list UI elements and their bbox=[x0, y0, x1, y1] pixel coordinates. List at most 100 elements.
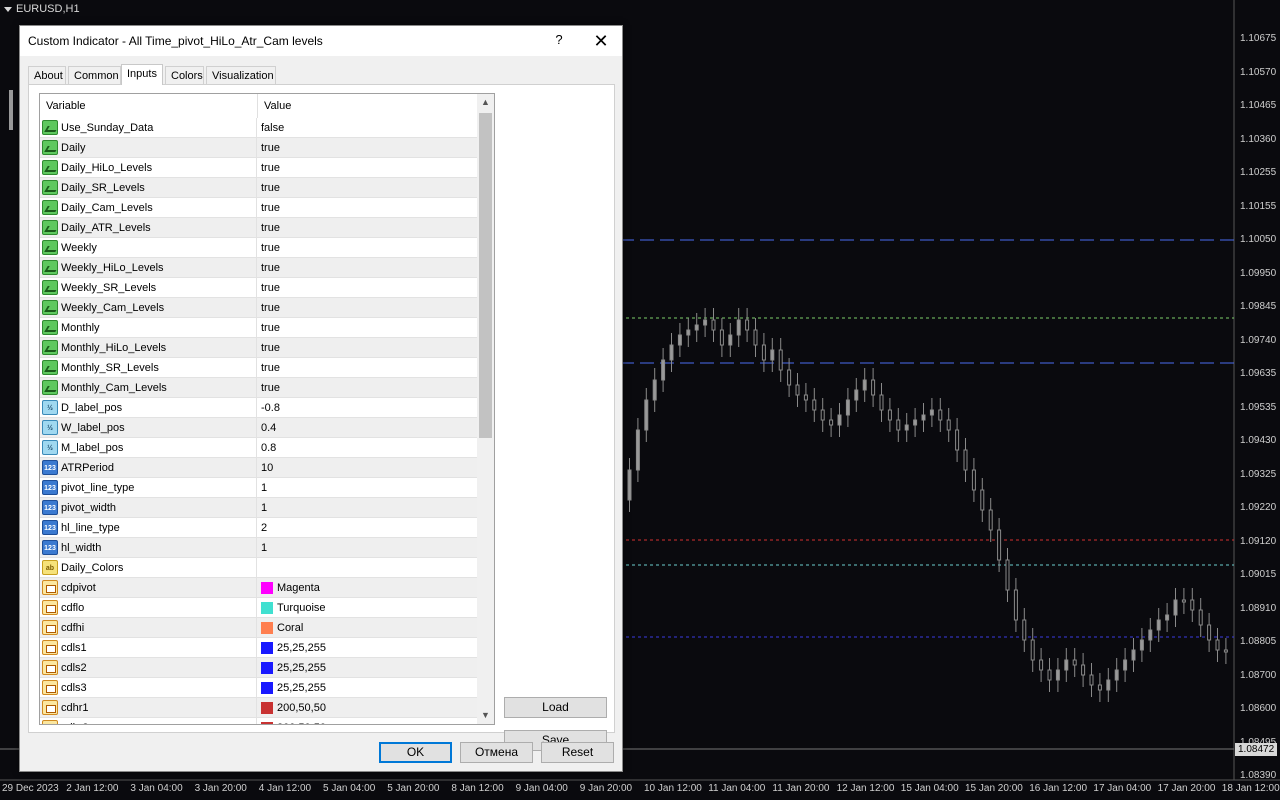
price-tick: 1.08390 bbox=[1240, 770, 1277, 781]
table-row[interactable]: ½ M_label_pos 0.8 bbox=[40, 438, 477, 458]
table-row[interactable]: Use_Sunday_Data false bbox=[40, 118, 477, 138]
variable-value[interactable]: -0.8 bbox=[261, 402, 280, 414]
variable-name: M_label_pos bbox=[61, 442, 124, 454]
tab-common[interactable]: Common bbox=[68, 66, 121, 84]
variable-value[interactable]: 1 bbox=[261, 482, 267, 494]
table-row[interactable]: cdhr2 200,50,50 bbox=[40, 718, 477, 724]
table-scrollbar[interactable]: ▲ ▼ bbox=[477, 94, 494, 724]
table-row[interactable]: 123 hl_width 1 bbox=[40, 538, 477, 558]
ok-button[interactable]: OK bbox=[379, 742, 452, 763]
column-value[interactable]: Value bbox=[264, 100, 291, 112]
table-row[interactable]: Monthly_Cam_Levels true bbox=[40, 378, 477, 398]
candle-body bbox=[896, 419, 901, 431]
table-row[interactable]: cdls1 25,25,255 bbox=[40, 638, 477, 658]
variable-value[interactable]: false bbox=[261, 122, 284, 134]
table-row[interactable]: Daily true bbox=[40, 138, 477, 158]
variable-name: Monthly_SR_Levels bbox=[61, 362, 159, 374]
variable-value[interactable]: true bbox=[261, 382, 280, 394]
table-row[interactable]: 123 ATRPeriod 10 bbox=[40, 458, 477, 478]
time-tick: 2 Jan 12:00 bbox=[66, 783, 119, 794]
variable-value[interactable]: true bbox=[261, 262, 280, 274]
table-row[interactable]: Weekly_SR_Levels true bbox=[40, 278, 477, 298]
variable-value[interactable]: 1 bbox=[261, 542, 267, 554]
column-variable[interactable]: Variable bbox=[46, 100, 86, 112]
table-row[interactable]: ½ D_label_pos -0.8 bbox=[40, 398, 477, 418]
variable-value[interactable]: 0.8 bbox=[261, 442, 276, 454]
variable-value[interactable]: true bbox=[261, 182, 280, 194]
variable-value[interactable]: 2 bbox=[261, 522, 267, 534]
reset-button[interactable]: Reset bbox=[541, 742, 614, 763]
bool-type-icon bbox=[42, 380, 58, 395]
table-row[interactable]: Weekly_Cam_Levels true bbox=[40, 298, 477, 318]
variable-value[interactable]: 25,25,255 bbox=[277, 642, 326, 654]
table-row[interactable]: Daily_Cam_Levels true bbox=[40, 198, 477, 218]
tab-about[interactable]: About bbox=[28, 66, 66, 84]
table-row[interactable]: cdhr1 200,50,50 bbox=[40, 698, 477, 718]
cancel-button[interactable]: Отмена bbox=[460, 742, 533, 763]
help-icon[interactable]: ? bbox=[551, 32, 567, 50]
variable-value[interactable]: true bbox=[261, 162, 280, 174]
table-row[interactable]: 123 pivot_line_type 1 bbox=[40, 478, 477, 498]
tab-inputs[interactable]: Inputs bbox=[121, 64, 163, 85]
table-row[interactable]: Daily_ATR_Levels true bbox=[40, 218, 477, 238]
table-row[interactable]: Weekly_HiLo_Levels true bbox=[40, 258, 477, 278]
table-row[interactable]: Monthly_SR_Levels true bbox=[40, 358, 477, 378]
variable-value[interactable]: true bbox=[261, 302, 280, 314]
variable-value[interactable]: 1 bbox=[261, 502, 267, 514]
table-row[interactable]: 123 hl_line_type 2 bbox=[40, 518, 477, 538]
variable-value[interactable]: 25,25,255 bbox=[277, 682, 326, 694]
variable-value[interactable]: Coral bbox=[277, 622, 303, 634]
table-row[interactable]: Daily_SR_Levels true bbox=[40, 178, 477, 198]
table-row[interactable]: Daily_HiLo_Levels true bbox=[40, 158, 477, 178]
table-row[interactable]: 123 pivot_width 1 bbox=[40, 498, 477, 518]
bool-type-icon bbox=[42, 220, 58, 235]
load-button[interactable]: Load bbox=[504, 697, 607, 718]
variable-value[interactable]: Magenta bbox=[277, 582, 320, 594]
tab-visualization[interactable]: Visualization bbox=[206, 66, 276, 84]
variable-value[interactable]: 25,25,255 bbox=[277, 662, 326, 674]
table-row[interactable]: ½ W_label_pos 0.4 bbox=[40, 418, 477, 438]
candle-body bbox=[635, 429, 640, 471]
table-row[interactable]: Weekly true bbox=[40, 238, 477, 258]
table-row[interactable]: cdls2 25,25,255 bbox=[40, 658, 477, 678]
clr-type-icon bbox=[42, 580, 58, 595]
dialog-title: Custom Indicator - All Time_pivot_HiLo_A… bbox=[28, 34, 323, 48]
variable-value[interactable]: 200,50,50 bbox=[277, 702, 326, 714]
table-row[interactable]: Monthly true bbox=[40, 318, 477, 338]
chart-menu-icon[interactable] bbox=[4, 6, 12, 12]
int-type-icon: 123 bbox=[42, 540, 58, 555]
candle-body bbox=[929, 409, 934, 416]
int-type-icon: 123 bbox=[42, 460, 58, 475]
variable-value[interactable]: 10 bbox=[261, 462, 273, 474]
variable-value[interactable]: true bbox=[261, 222, 280, 234]
dialog-titlebar[interactable]: Custom Indicator - All Time_pivot_HiLo_A… bbox=[20, 26, 622, 56]
table-row[interactable]: cdflo Turquoise bbox=[40, 598, 477, 618]
variable-value[interactable]: true bbox=[261, 202, 280, 214]
bool-type-icon bbox=[42, 240, 58, 255]
time-tick: 10 Jan 12:00 bbox=[644, 783, 702, 794]
table-row[interactable]: cdls3 25,25,255 bbox=[40, 678, 477, 698]
scroll-down-icon[interactable]: ▼ bbox=[477, 707, 494, 724]
variable-value[interactable]: true bbox=[261, 362, 280, 374]
candle-body bbox=[1097, 684, 1102, 691]
scroll-up-icon[interactable]: ▲ bbox=[477, 94, 494, 111]
variable-name: Daily_HiLo_Levels bbox=[61, 162, 153, 174]
variable-value[interactable]: 200,50,50 bbox=[277, 722, 326, 724]
tab-colors[interactable]: Colors bbox=[165, 66, 204, 84]
color-swatch bbox=[261, 682, 273, 694]
variable-value[interactable]: Turquoise bbox=[277, 602, 326, 614]
time-tick: 15 Jan 04:00 bbox=[900, 783, 959, 794]
table-row[interactable]: cdfhi Coral bbox=[40, 618, 477, 638]
scroll-thumb[interactable] bbox=[479, 113, 492, 438]
variable-value[interactable]: true bbox=[261, 322, 280, 334]
variable-value[interactable]: true bbox=[261, 282, 280, 294]
table-row[interactable]: ab Daily_Colors bbox=[40, 558, 477, 578]
clr-type-icon bbox=[42, 620, 58, 635]
variable-value[interactable]: true bbox=[261, 342, 280, 354]
variable-value[interactable]: true bbox=[261, 242, 280, 254]
variable-value[interactable]: 0.4 bbox=[261, 422, 276, 434]
table-row[interactable]: cdpivot Magenta bbox=[40, 578, 477, 598]
table-row[interactable]: Monthly_HiLo_Levels true bbox=[40, 338, 477, 358]
variable-value[interactable]: true bbox=[261, 142, 280, 154]
close-icon[interactable]: ✕ bbox=[590, 30, 612, 52]
